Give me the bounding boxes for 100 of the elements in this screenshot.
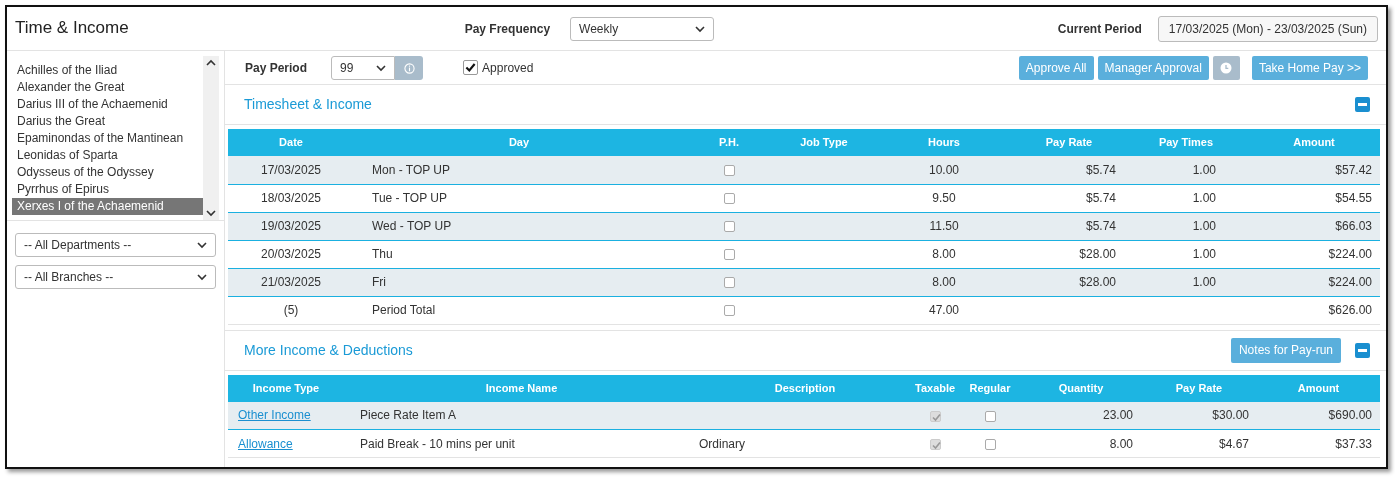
- table-cell: $28.00: [1014, 240, 1124, 268]
- table-cell: $66.03: [1248, 212, 1380, 240]
- employee-item[interactable]: Pyrrhus of Epirus: [12, 181, 203, 198]
- collapse-button[interactable]: [1355, 342, 1370, 358]
- table-cell: 17/03/2025: [228, 156, 354, 184]
- column-header: Pay Times: [1124, 129, 1248, 156]
- table-cell: 9.50: [874, 184, 1014, 212]
- current-period-field: 17/03/2025 (Mon) - 23/03/2025 (Sun): [1157, 15, 1378, 42]
- pay-frequency-select[interactable]: Weekly: [570, 16, 715, 41]
- table-cell: Wed - TOP UP: [354, 212, 684, 240]
- filter-select[interactable]: -- All Departments --: [15, 233, 216, 257]
- table-cell: 1.00: [1124, 184, 1248, 212]
- page-title: Time & Income: [15, 18, 129, 39]
- table-cell: $224.00: [1248, 268, 1380, 296]
- column-header: Taxable: [911, 374, 959, 402]
- current-period-label: Current Period: [1057, 20, 1142, 38]
- table-cell: 19/03/2025: [228, 212, 354, 240]
- column-header: P.H.: [684, 129, 774, 156]
- column-header: Amount: [1257, 374, 1380, 402]
- employee-item[interactable]: Achilles of the Iliad: [12, 62, 203, 79]
- approved-checkbox[interactable]: [463, 60, 479, 75]
- table-cell: Tue - TOP UP: [354, 184, 684, 212]
- table-cell: $4.67: [1141, 429, 1257, 458]
- column-header: Regular: [959, 374, 1021, 402]
- column-header: Income Name: [344, 374, 699, 402]
- clock-icon: [1220, 62, 1233, 75]
- chevron-down-icon: [206, 210, 216, 217]
- filter-select[interactable]: -- All Branches --: [15, 265, 216, 289]
- approved-label: Approved: [482, 59, 534, 77]
- column-header: Job Type: [774, 129, 874, 156]
- column-header: Description: [699, 374, 911, 402]
- checkbox[interactable]: [984, 438, 996, 450]
- table-cell: $626.00: [1248, 296, 1380, 324]
- checkbox[interactable]: [723, 165, 735, 177]
- table-cell: 8.00: [1021, 429, 1141, 458]
- column-header: Pay Rate: [1141, 374, 1257, 402]
- table-cell: $30.00: [1141, 401, 1257, 430]
- employee-item[interactable]: Epaminondas of the Mantinean: [12, 130, 203, 147]
- table-cell: 1.00: [1124, 212, 1248, 240]
- table-cell: 1.00: [1124, 156, 1248, 184]
- table-cell: 8.00: [874, 268, 1014, 296]
- checkbox[interactable]: [723, 277, 735, 289]
- table-cell: 8.00: [874, 240, 1014, 268]
- chevron-up-icon: [206, 59, 216, 66]
- table-cell: 47.00: [874, 296, 1014, 324]
- table-cell: 1.00: [1124, 240, 1248, 268]
- table-cell: Period Total: [354, 296, 684, 324]
- table-cell: 1.00: [1124, 268, 1248, 296]
- column-header: Income Type: [228, 374, 344, 402]
- column-header: Quantity: [1021, 374, 1141, 402]
- table-cell: 23.00: [1021, 401, 1141, 430]
- table-cell: Piece Rate Item A: [344, 401, 699, 430]
- checkbox[interactable]: [723, 305, 735, 317]
- table-cell: $690.00: [1257, 401, 1380, 430]
- checkbox[interactable]: [723, 193, 735, 205]
- table-cell: $54.55: [1248, 184, 1380, 212]
- collapse-button[interactable]: [1355, 97, 1370, 112]
- table-cell: $224.00: [1248, 240, 1380, 268]
- info-button[interactable]: [395, 55, 424, 80]
- employee-item[interactable]: Alexander the Great: [12, 79, 203, 96]
- table-cell: (5): [228, 296, 354, 324]
- employee-item[interactable]: Darius III of the Achaemenid: [12, 96, 203, 113]
- table-cell: $37.33: [1257, 429, 1380, 458]
- table-cell: Ordinary: [699, 429, 911, 458]
- column-header: Hours: [874, 129, 1014, 156]
- table-cell: 20/03/2025: [228, 240, 354, 268]
- pay-period-select[interactable]: 99: [331, 55, 396, 80]
- column-header: Day: [354, 129, 684, 156]
- table-cell: $5.74: [1014, 212, 1124, 240]
- table-cell: 21/03/2025: [228, 268, 354, 296]
- table-cell: Thu: [354, 240, 684, 268]
- employee-item[interactable]: Odysseus of the Odyssey: [12, 164, 203, 181]
- chevron-down-icon: [376, 64, 387, 72]
- table-cell: $28.00: [1014, 268, 1124, 296]
- table-cell: 11.50: [874, 212, 1014, 240]
- table-cell: Paid Break - 10 mins per unit: [344, 429, 699, 458]
- chevron-down-icon: [695, 25, 706, 33]
- section-title: More Income & Deductions: [244, 341, 413, 359]
- table-cell: $57.42: [1248, 156, 1380, 184]
- table-cell: Fri: [354, 268, 684, 296]
- chevron-down-icon: [197, 274, 207, 282]
- table-cell: Mon - TOP UP: [354, 156, 684, 184]
- table-cell: 18/03/2025: [228, 184, 354, 212]
- table-cell: $5.74: [1014, 184, 1124, 212]
- pay-frequency-label: Pay Frequency: [464, 20, 551, 38]
- employee-item[interactable]: Leonidas of Sparta: [12, 147, 203, 164]
- scrollbar[interactable]: [203, 56, 219, 220]
- section-title: Timesheet & Income: [244, 96, 372, 113]
- column-header: Pay Rate: [1014, 129, 1124, 156]
- income-type-link[interactable]: Allowance: [238, 436, 293, 451]
- checkbox[interactable]: [723, 249, 735, 261]
- table-cell: $5.74: [1014, 156, 1124, 184]
- checkbox[interactable]: [984, 410, 996, 422]
- employee-item[interactable]: Xerxes I of the Achaemenid: [12, 198, 203, 215]
- pay-period-label: Pay Period: [245, 59, 308, 77]
- info-icon: [403, 62, 415, 74]
- chevron-down-icon: [197, 242, 207, 250]
- employee-item[interactable]: Darius the Great: [12, 113, 203, 130]
- checkbox[interactable]: [723, 221, 735, 233]
- column-header: Date: [228, 129, 354, 156]
